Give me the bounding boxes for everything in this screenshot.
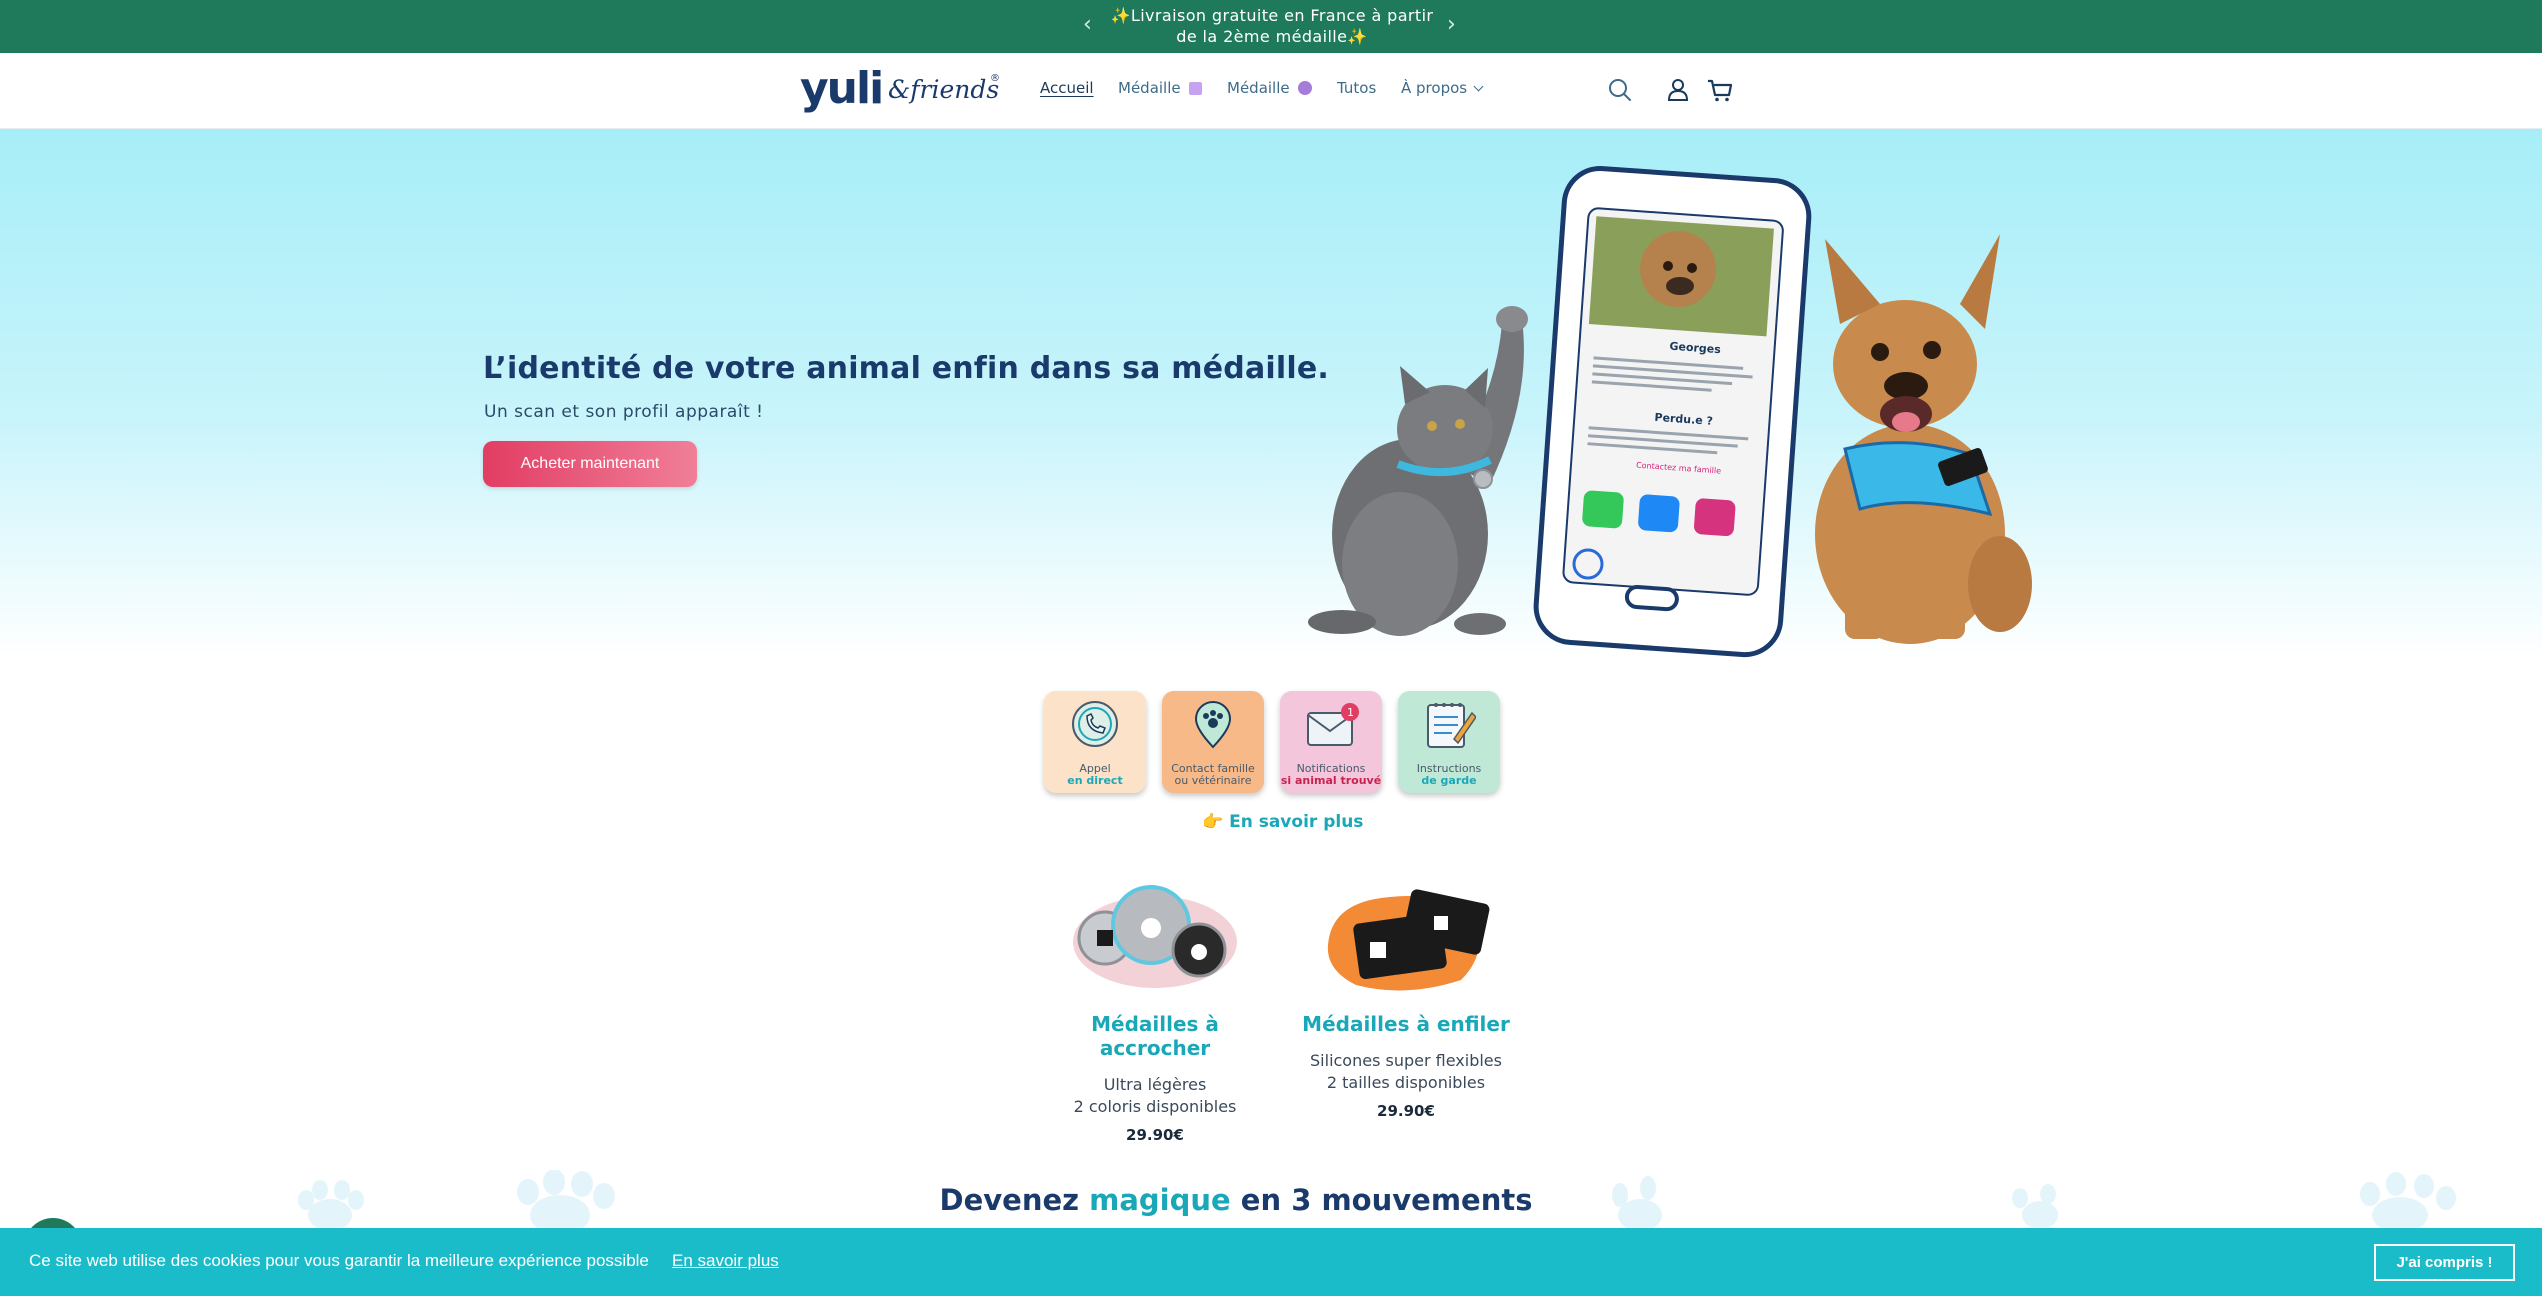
phone-icon [1072, 701, 1118, 747]
hero-title: L’identité de votre animal enfin dans sa… [483, 351, 1329, 386]
feature-tiles: Appel en direct Contact famille ou vétérin… [1044, 691, 1500, 795]
section-title: Devenez magique en 3 mouvements [0, 1183, 2542, 1217]
product-description: Ultra légères 2 coloris disponibles [1035, 1074, 1275, 1118]
product-desc-line-1: Ultra légères [1103, 1075, 1207, 1094]
color-swatch-square [1188, 81, 1202, 95]
hero-banner: L’identité de votre animal enfin dans sa… [0, 129, 2542, 659]
feature-line-2: en direct [1067, 774, 1123, 787]
feature-label: Notifications si animal trouvé [1280, 763, 1382, 787]
feature-line-2: de garde [1421, 774, 1477, 787]
logo-mark: ® [990, 73, 1000, 84]
product-desc-line-1: Silicones super flexibles [1310, 1051, 1502, 1070]
feature-contact[interactable]: Contact famille ou vétérinaire [1162, 691, 1264, 793]
product-image[interactable] [1035, 870, 1275, 1000]
nav-item-medaille-1[interactable]: Médaille [1118, 79, 1202, 97]
phone-image: Georges Perdu.e ? Contactez ma famille [1533, 165, 1812, 658]
logo[interactable]: yuli &friends ® [800, 63, 1000, 119]
hero-illustration: Georges Perdu.e ? Contactez ma famille [1308, 165, 2032, 658]
cookie-learn-more-link[interactable]: En savoir plus [672, 1251, 779, 1271]
nav-item-tutos[interactable]: Tutos [1337, 79, 1376, 97]
logo-main: yuli [800, 63, 884, 114]
nav-item-a-propos[interactable]: À propos [1401, 79, 1484, 97]
nav-item-label: Tutos [1337, 79, 1377, 97]
chevron-right-icon[interactable]: › [1447, 12, 1456, 37]
announcement-bar: ‹ ✨Livraison gratuite en France à partir… [0, 0, 2542, 53]
nav-item-label: Médaille [1227, 79, 1290, 97]
feature-notifications[interactable]: 1 Notifications si animal trouvé [1280, 691, 1382, 793]
nav-item-label: À propos [1401, 79, 1468, 97]
search-icon[interactable] [1605, 75, 1635, 105]
product-description: Silicones super flexibles 2 tailles disp… [1286, 1050, 1526, 1094]
nav-item-label: Accueil [1040, 79, 1094, 97]
color-swatch-circle [1297, 81, 1312, 95]
product-name[interactable]: Médailles à enfiler [1286, 1012, 1526, 1036]
notepad-icon [1427, 703, 1476, 748]
feature-label: Instructions de garde [1398, 763, 1500, 787]
feature-label: Appel en direct [1044, 763, 1146, 787]
account-icon[interactable] [1663, 75, 1693, 105]
paw-pin-icon [1194, 701, 1232, 749]
nav-item-label: Médaille [1118, 79, 1181, 97]
section-title-before: Devenez [939, 1183, 1090, 1217]
product-desc-line-2: 2 tailles disponibles [1326, 1073, 1486, 1092]
dog-image [1815, 234, 2032, 644]
announcement-text: ✨Livraison gratuite en France à partir d… [1100, 5, 1444, 47]
section-title-accent: magique [1089, 1183, 1231, 1217]
site-header: yuli &friends ® Accueil Médaille Médaill… [0, 53, 2542, 129]
product-desc-line-2: 2 coloris disponibles [1073, 1097, 1237, 1116]
logo-secondary: &friends [888, 75, 1000, 104]
product-card-slide[interactable]: Médailles à enfiler Silicones super flex… [1286, 870, 1526, 1120]
cart-icon[interactable] [1705, 75, 1735, 105]
notification-badge: 1 [1347, 706, 1354, 719]
section-title-after: en 3 mouvements [1230, 1183, 1533, 1217]
cookie-banner: Ce site web utilise des cookies pour vou… [0, 1228, 2542, 1296]
learn-more-link[interactable]: 👉 En savoir plus [1202, 812, 1363, 832]
nav-item-medaille-2[interactable]: Médaille [1227, 79, 1312, 97]
feature-call[interactable]: Appel en direct [1044, 691, 1146, 793]
product-price: 29.90€ [1126, 1126, 1184, 1144]
cookie-text: Ce site web utilise des cookies pour vou… [29, 1251, 649, 1270]
announcement-line-1: ✨Livraison gratuite en France à partir [1110, 6, 1434, 25]
product-price: 29.90€ [1377, 1102, 1435, 1120]
feature-line-2: ou vétérinaire [1174, 774, 1252, 787]
announcement-line-2: de la 2ème médaille✨ [1176, 27, 1368, 46]
product-name[interactable]: Médailles à accrocher [1035, 1012, 1275, 1060]
hero-subtitle: Un scan et son profil apparaît ! [484, 402, 764, 422]
feature-line-2: si animal trouvé [1280, 774, 1382, 787]
feature-instructions[interactable]: Instructions de garde [1398, 691, 1500, 793]
nav-item-accueil[interactable]: Accueil [1040, 79, 1094, 97]
product-card-hang[interactable]: Médailles à accrocher Ultra légères 2 co… [1035, 870, 1275, 1144]
buy-now-button[interactable]: Acheter maintenant [483, 441, 697, 487]
cat-image [1308, 306, 1528, 636]
feature-label: Contact famille ou vétérinaire [1162, 763, 1264, 787]
mail-icon: 1 [1307, 703, 1359, 746]
cookie-accept-button[interactable]: J'ai compris ! [2374, 1244, 2515, 1281]
chevron-left-icon[interactable]: ‹ [1083, 12, 1092, 37]
product-image[interactable] [1286, 870, 1526, 1000]
chevron-down-icon [1473, 81, 1484, 91]
